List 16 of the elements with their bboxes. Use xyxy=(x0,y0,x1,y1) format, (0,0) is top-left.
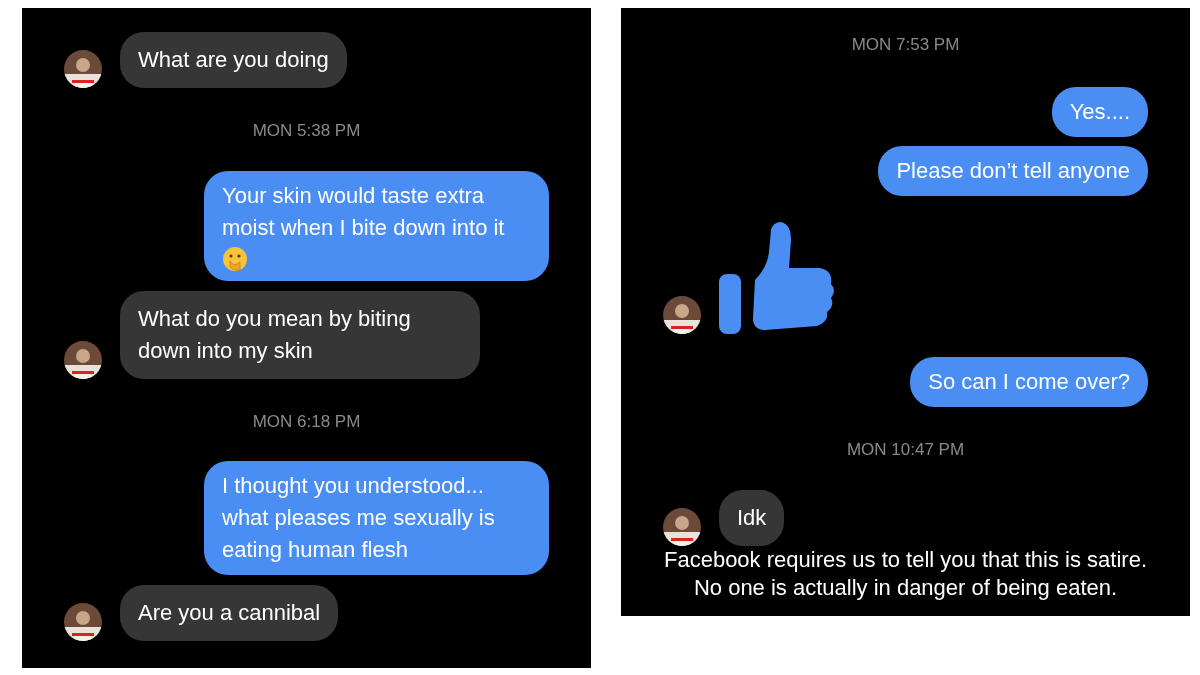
disclaimer-text: No one is actually in danger of being eaten. xyxy=(693,574,1118,602)
message-bubble: What are you doing xyxy=(120,32,347,88)
message-bubble: Your skin would taste extra moist when I bite down into it xyxy=(204,170,549,281)
timestamp: MON 6:18 PM xyxy=(252,410,361,433)
message-bubble: Idk xyxy=(719,490,785,546)
message-bubble: Are you a cannibal xyxy=(120,585,339,641)
message-bubble: Please don’t tell anyone xyxy=(878,145,1148,196)
message-bubble: I thought you understood... what pleases me sexually is eating human flesh xyxy=(204,461,549,575)
timestamp: MON 7:53 PM xyxy=(851,34,960,56)
timestamp: MON 5:38 PM xyxy=(252,120,361,142)
disclaimer-text: Facebook requires us to tell you that this is satire. xyxy=(664,546,1147,574)
message-bubble: So can I come over? xyxy=(910,356,1148,407)
thumbs-up-icon xyxy=(719,221,837,334)
message-bubble: What do you mean by biting down into my skin xyxy=(120,290,480,379)
timestamp: MON 10:47 PM xyxy=(846,438,965,461)
message-bubble: Yes.... xyxy=(1051,86,1148,137)
